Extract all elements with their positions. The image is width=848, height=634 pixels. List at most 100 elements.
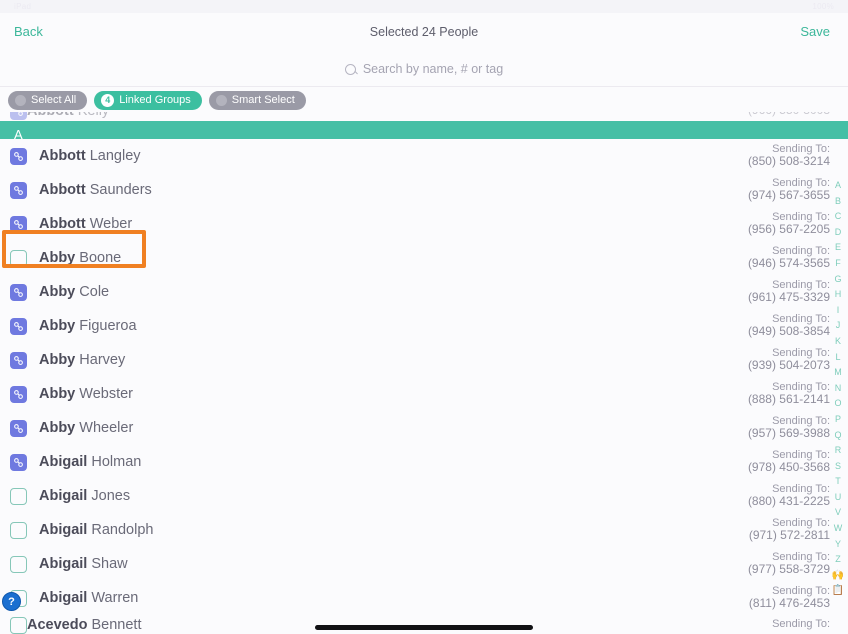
link-chain-icon[interactable] [10, 317, 27, 335]
contact-name: Abigail Shaw [39, 556, 128, 572]
contact-phone: (880) 431-2225 [747, 494, 830, 509]
filter-pill-smart-select[interactable]: Smart Select [208, 90, 306, 110]
alpha-index-letter-P[interactable]: P [835, 412, 841, 428]
contact-first-name: Acevedo [27, 617, 88, 633]
contact-last-name: Figueroa [79, 318, 137, 334]
link-chain-icon[interactable] [10, 181, 27, 199]
link-chain-icon[interactable] [10, 215, 27, 233]
alpha-index-letter-T[interactable]: T [835, 474, 841, 490]
alpha-index-letter-H[interactable]: H [835, 287, 842, 303]
contact-sending-info: Sending To: (946) 574-3565 [748, 245, 830, 270]
contact-name: Abby Webster [39, 386, 133, 402]
table-row[interactable]: Abby Boone Sending To: (946) 574-3565 [0, 241, 848, 275]
table-row[interactable]: Abigail Holman Sending To: (978) 450-3568 [0, 445, 848, 479]
checkbox-empty-icon[interactable] [10, 555, 27, 573]
contact-first-name: Abigail [39, 488, 88, 504]
link-chain-icon[interactable] [10, 147, 27, 165]
alpha-index-letter-K[interactable]: K [835, 334, 841, 350]
filter-pill-label: Smart Select [231, 94, 295, 106]
table-row[interactable]: Abby Wheeler Sending To: (957) 569-3988 [0, 411, 848, 445]
alpha-index-letter-R[interactable]: R [835, 443, 842, 459]
table-row[interactable]: Abby Webster Sending To: (888) 561-2141 [0, 377, 848, 411]
help-button[interactable]: ? [2, 592, 21, 611]
alpha-index-letter-Y[interactable]: Y [835, 537, 841, 553]
table-row[interactable]: Abby Figueroa Sending To: (949) 508-3854 [0, 309, 848, 343]
alpha-index-letter-W[interactable]: W [834, 521, 843, 537]
contact-phone: (957) 569-3988 [747, 426, 830, 441]
table-row[interactable]: Abbott Saunders Sending To: (974) 567-3655 [0, 173, 848, 207]
link-chain-icon[interactable] [10, 351, 27, 369]
alpha-index-letter-G[interactable]: G [834, 272, 841, 288]
alpha-index-letter-V[interactable]: V [835, 505, 841, 521]
contact-last-name: Warren [91, 590, 139, 606]
contact-first-name: Abby [39, 318, 76, 334]
checkbox-empty-icon[interactable] [10, 487, 27, 505]
contact-first-name: Abigail [39, 454, 88, 470]
contact-sending-info: Sending To: (957) 569-3988 [747, 415, 830, 441]
alpha-index-letter-Z[interactable]: Z [835, 552, 841, 568]
link-chain-icon[interactable] [10, 453, 27, 471]
search-input[interactable]: Search by name, # or tag [363, 62, 503, 76]
contact-first-name: Abigail [39, 590, 88, 606]
alpha-index-letter-C[interactable]: C [835, 209, 842, 225]
alpha-index-letter-A[interactable]: A [835, 178, 841, 194]
table-row[interactable]: Abby Cole Sending To: (961) 475-3329 [0, 275, 848, 309]
home-indicator [315, 625, 533, 630]
contact-last-name: Langley [89, 148, 141, 164]
contact-list[interactable]: Abbott KellySending To:(966) 550-3003AAb… [0, 108, 848, 634]
contact-last-name: Wheeler [79, 420, 134, 436]
contact-phone: (850) 508-3214 [747, 154, 830, 169]
contact-name: Abbott Weber [39, 216, 132, 232]
table-row[interactable]: Abbott Weber Sending To: (956) 567-2205 [0, 207, 848, 241]
pill-badge-count: 4 [101, 93, 115, 107]
contact-sending-info: Sending To: (949) 508-3854 [748, 313, 830, 338]
contact-first-name: Abby [39, 386, 76, 402]
status-bar: iPad 100% [0, 0, 848, 13]
contact-sending-info: Sending To: (939) 504-2073 [748, 347, 830, 372]
checkbox-empty-icon[interactable] [10, 521, 27, 539]
filter-pill-select-all[interactable]: Select All [8, 90, 88, 110]
alpha-index-recent-icon[interactable]: 📋 [832, 583, 844, 599]
contact-name: Abby Wheeler [39, 420, 133, 436]
table-row[interactable]: Abigail Randolph Sending To: (971) 572-281… [0, 513, 848, 547]
search-icon [344, 63, 356, 75]
alpha-index-letter-U[interactable]: U [835, 490, 842, 506]
contact-selection-screen: iPad 100% Back Selected 24 People Save S… [0, 0, 848, 634]
table-row[interactable]: Abby Harvey Sending To: (939) 504-2073 [0, 343, 848, 377]
link-chain-icon[interactable] [10, 385, 27, 403]
nav-bar: Back Selected 24 People Save [0, 13, 848, 50]
table-row[interactable]: Abigail Shaw Sending To: (977) 558-3729 [0, 547, 848, 581]
alpha-index-letter-I[interactable]: I [837, 303, 840, 319]
link-chain-icon[interactable] [10, 283, 27, 301]
alpha-index-letter-D[interactable]: D [835, 225, 842, 241]
table-row[interactable]: Abigail Warren Sending To: (811) 476-2453 [0, 581, 848, 615]
contact-first-name: Abigail [39, 522, 88, 538]
alpha-index-letter-M[interactable]: M [834, 365, 842, 381]
link-chain-icon[interactable] [10, 419, 27, 437]
contact-sending-info: Sending To: (971) 572-2811 [749, 517, 830, 542]
alpha-index-favorites-icon[interactable]: 🙌 [832, 568, 844, 584]
alphabet-index[interactable]: A B C D E F G H I J K L M N O P Q R S T U V W Y Z 🙌 📋 [830, 178, 846, 599]
filter-pill-linked-groups[interactable]: 4 Linked Groups [94, 90, 202, 110]
save-button[interactable]: Save [792, 20, 838, 43]
alpha-index-letter-B[interactable]: B [835, 194, 841, 210]
contact-sending-info: Sending To: (850) 508-3214 [747, 143, 830, 169]
checkbox-empty-icon[interactable] [10, 249, 27, 267]
alpha-index-letter-F[interactable]: F [835, 256, 841, 272]
alpha-index-letter-O[interactable]: O [834, 396, 841, 412]
alpha-index-letter-Q[interactable]: Q [834, 428, 841, 444]
contact-last-name: Jones [91, 488, 131, 504]
contact-last-name: Randolph [91, 522, 154, 538]
table-row[interactable]: Abigail Jones Sending To: (880) 431-2225 [0, 479, 848, 513]
contact-name: Abigail Jones [39, 488, 130, 504]
alpha-index-letter-L[interactable]: L [835, 350, 840, 366]
alpha-index-letter-N[interactable]: N [835, 381, 842, 397]
alpha-index-letter-S[interactable]: S [835, 459, 841, 475]
contact-first-name: Abbott [39, 216, 86, 232]
checkbox-empty-icon[interactable] [10, 616, 27, 634]
search-bar[interactable]: Search by name, # or tag [0, 52, 848, 87]
contact-first-name: Abby [39, 352, 76, 368]
alpha-index-letter-J[interactable]: J [836, 318, 841, 334]
alpha-index-letter-E[interactable]: E [835, 240, 841, 256]
table-row[interactable]: Abbott Langley Sending To: (850) 508-3214 [0, 139, 848, 173]
